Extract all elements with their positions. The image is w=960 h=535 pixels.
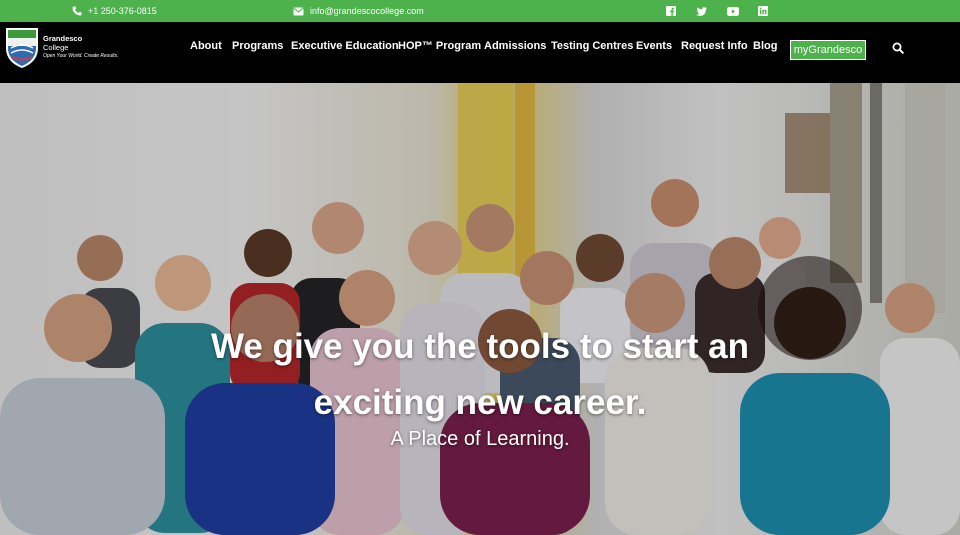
hero-headline-line1: We give you the tools to start an [210, 327, 750, 366]
hero-subtitle: A Place of Learning. [390, 428, 570, 450]
nav-request-info[interactable]: Request Info [681, 40, 748, 52]
youtube-icon [727, 6, 739, 16]
hero-headline: We give you the tools to start an exciti… [0, 319, 960, 431]
logo-subtitle: College [43, 43, 69, 52]
linkedin-icon [758, 6, 768, 16]
hero-dark-overlay [0, 83, 960, 535]
logo-tagline: Open Your World. Create Results. [43, 53, 119, 59]
twitter-link[interactable] [694, 0, 708, 22]
phone-icon [72, 6, 82, 16]
main-navbar: Grandesco College Open Your World. Creat… [0, 22, 960, 83]
phone-number: +1 250-376-0815 [88, 6, 157, 16]
nav-programs[interactable]: Programs [232, 40, 283, 52]
top-contact-bar: +1 250-376-0815 info@grandescocollege.co… [0, 0, 960, 22]
my-grandesco-button[interactable]: myGrandesco [790, 40, 866, 60]
envelope-icon [293, 7, 304, 15]
email-contact[interactable]: info@grandescocollege.com [293, 0, 424, 22]
nav-hop-program[interactable]: HOP™ Program [398, 40, 481, 52]
logo-name: Grandesco [43, 34, 83, 43]
nav-executive-education[interactable]: Executive Education [291, 40, 399, 52]
nav-admissions[interactable]: Admissions [484, 40, 546, 52]
nav-events[interactable]: Events [636, 40, 672, 52]
logo-text: Grandesco College Open Your World. Creat… [43, 26, 119, 61]
search-icon [892, 42, 904, 54]
phone-contact[interactable]: +1 250-376-0815 [72, 0, 157, 22]
nav-testing-centres[interactable]: Testing Centres [551, 40, 633, 52]
hero-headline-line2: exciting new career. [313, 383, 647, 422]
nav-blog[interactable]: Blog [753, 40, 777, 52]
nav-about[interactable]: About [190, 40, 222, 52]
facebook-icon [666, 6, 676, 16]
crest-icon [6, 28, 38, 68]
search-button[interactable] [892, 41, 904, 59]
linkedin-link[interactable] [756, 0, 770, 22]
college-logo[interactable]: Grandesco College Open Your World. Creat… [4, 26, 119, 70]
hero-banner: We give you the tools to start an exciti… [0, 83, 960, 535]
email-address: info@grandescocollege.com [310, 6, 424, 16]
youtube-link[interactable] [726, 0, 740, 22]
twitter-icon [695, 6, 707, 16]
facebook-link[interactable] [664, 0, 678, 22]
